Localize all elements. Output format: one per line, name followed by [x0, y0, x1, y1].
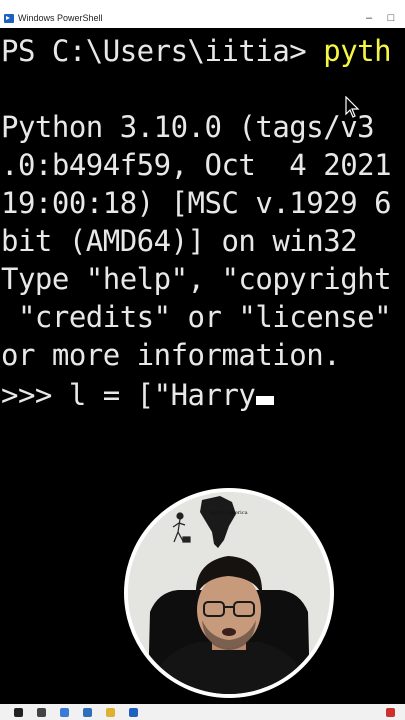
- repl-input-line[interactable]: >>> l = ["Harry: [1, 376, 275, 414]
- edge-icon[interactable]: [60, 707, 69, 717]
- maximize-button[interactable]: □: [383, 10, 399, 26]
- window-title: Windows PowerShell: [18, 13, 103, 23]
- output-line: 19:00:18) [MSC v.1929 6: [1, 186, 392, 220]
- mouse-pointer-icon: [345, 96, 360, 118]
- powershell-task-icon[interactable]: [129, 707, 138, 717]
- app-icon[interactable]: [386, 707, 395, 717]
- search-icon[interactable]: [37, 707, 46, 717]
- output-line: "credits" or "license": [1, 300, 392, 334]
- output-line: bit (AMD64)] on win32: [1, 224, 358, 258]
- powershell-icon: [4, 13, 14, 23]
- prompt-prefix: PS C:\Users\iitia>: [1, 34, 324, 68]
- output-line: .0:b494f59, Oct 4 2021: [1, 148, 392, 182]
- output-line: Type "help", "copyright: [1, 262, 392, 296]
- top-strip: [0, 0, 405, 8]
- webcam-feed: South America: [128, 492, 330, 694]
- prompt-command: pyth: [323, 34, 392, 68]
- text-cursor: [256, 396, 275, 405]
- taskbar: [0, 704, 405, 720]
- repl-input: >>> l = ["Harry: [1, 378, 256, 412]
- map-label: South America: [210, 510, 248, 516]
- minimize-button[interactable]: –: [361, 10, 377, 26]
- explorer-icon[interactable]: [106, 707, 115, 717]
- store-icon[interactable]: [83, 707, 92, 717]
- start-icon[interactable]: [14, 707, 23, 717]
- webcam-overlay: South America: [124, 488, 334, 698]
- presenter-image: South America: [128, 492, 330, 694]
- window-controls: – □: [361, 10, 399, 26]
- output-line: or more information.: [1, 338, 341, 372]
- prompt-line: PS C:\Users\iitia> pyth: [1, 32, 392, 70]
- output-line: Python 3.10.0 (tags/v3: [1, 110, 375, 144]
- window-titlebar[interactable]: Windows PowerShell – □: [0, 8, 405, 28]
